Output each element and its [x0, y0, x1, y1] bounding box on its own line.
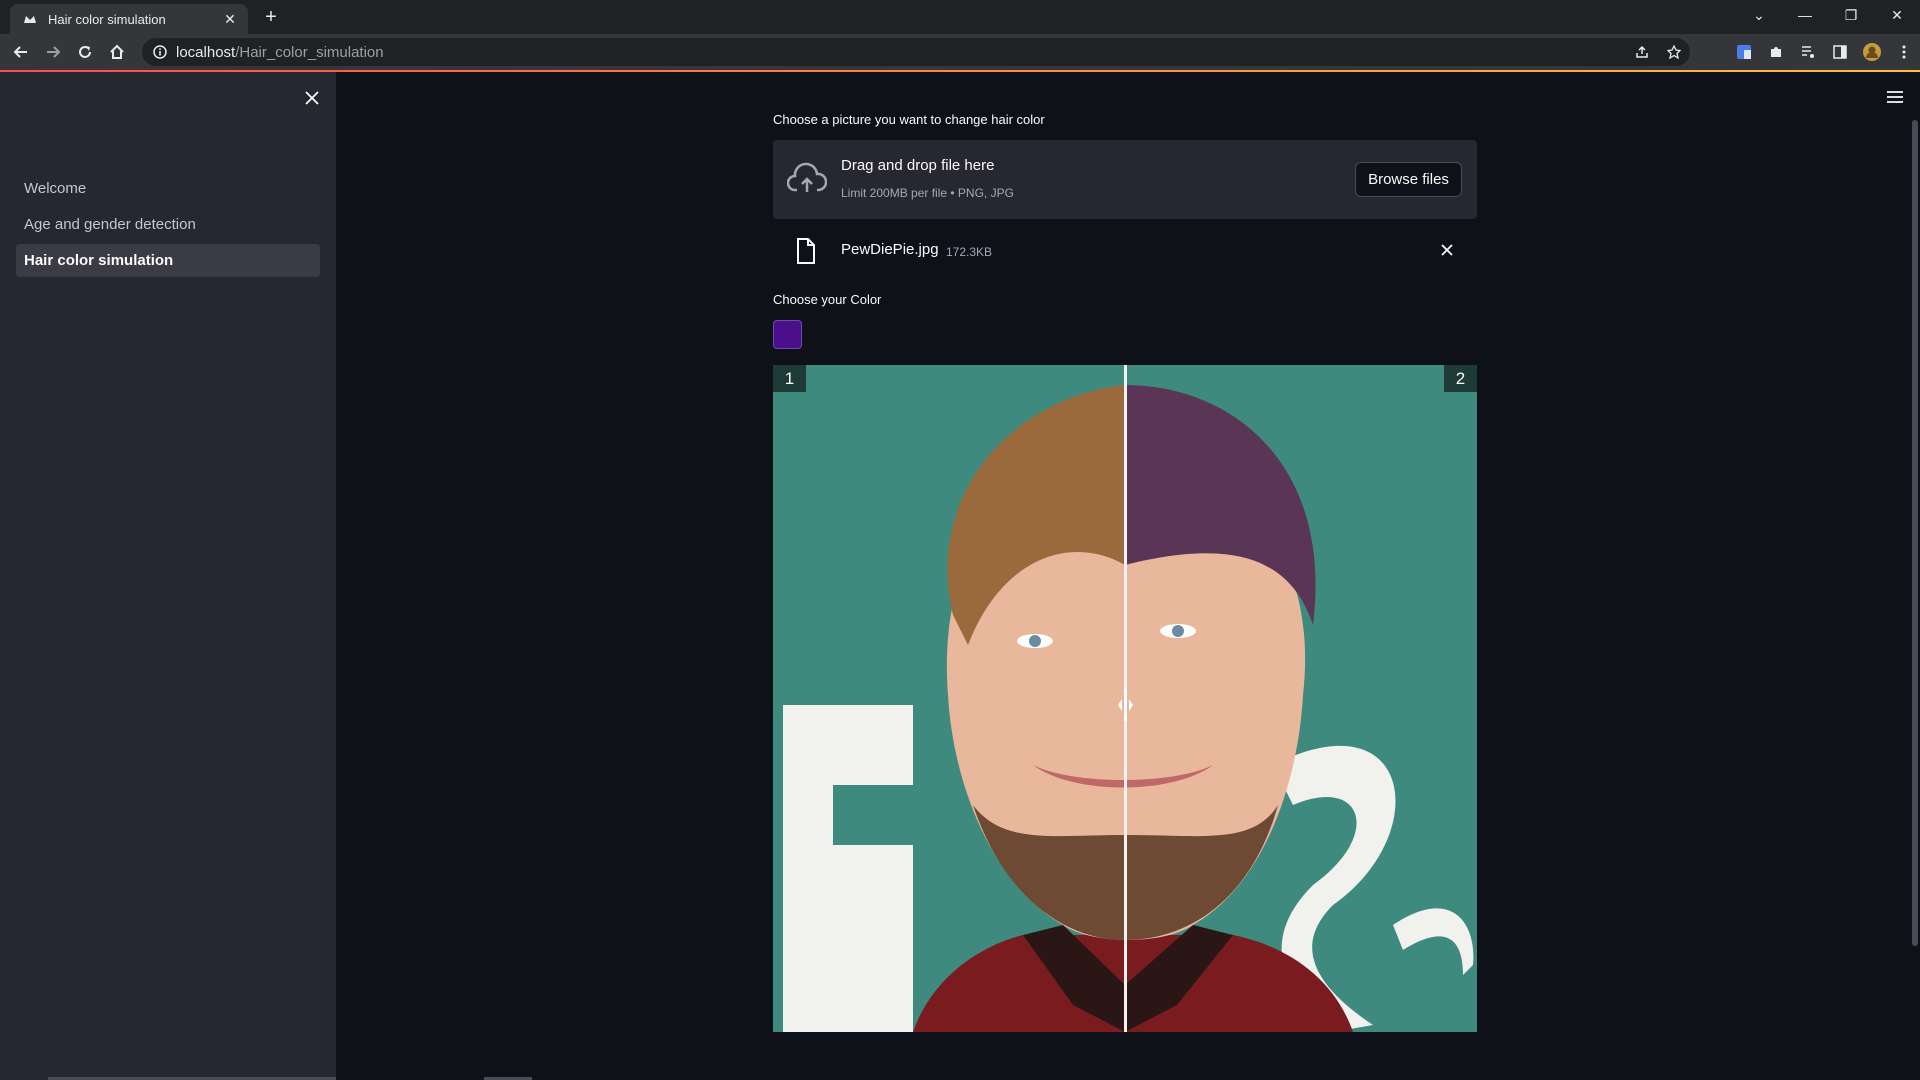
browser-tab[interactable]: Hair color simulation ✕	[10, 4, 248, 34]
cloud-upload-icon	[786, 162, 828, 198]
side-panel-icon[interactable]	[1824, 40, 1856, 64]
before-label: 1	[773, 365, 806, 392]
sidebar-nav: Welcome Age and gender detection Hair co…	[16, 172, 320, 280]
reload-icon[interactable]	[73, 40, 97, 64]
site-info-icon[interactable]	[152, 44, 168, 60]
sidebar-close-icon[interactable]	[302, 88, 322, 108]
after-label: 2	[1444, 365, 1477, 392]
home-icon[interactable]	[105, 40, 129, 64]
puzzle-extension-icon[interactable]	[1760, 40, 1792, 64]
browser-toolbar: localhost/Hair_color_simulation	[0, 34, 1920, 70]
color-picker-swatch[interactable]	[773, 320, 802, 349]
tab-title: Hair color simulation	[48, 11, 166, 27]
tab-close-icon[interactable]: ✕	[222, 11, 238, 27]
page-scrollbar[interactable]	[1912, 120, 1918, 946]
browse-files-button[interactable]: Browse files	[1355, 162, 1462, 197]
file-icon	[795, 238, 817, 264]
drag-arrows-icon	[1118, 689, 1133, 721]
sidebar-item-age-gender[interactable]: Age and gender detection	[16, 208, 320, 241]
comparison-handle[interactable]	[1118, 685, 1133, 725]
dropzone-title: Drag and drop file here	[841, 157, 995, 174]
address-bar[interactable]: localhost/Hair_color_simulation	[142, 38, 1690, 66]
share-icon[interactable]	[1634, 44, 1650, 60]
sidebar: Welcome Age and gender detection Hair co…	[0, 72, 336, 1080]
uploader-label: Choose a picture you want to change hair…	[773, 112, 1045, 127]
uploaded-file-row: PewDiePie.jpg 172.3KB	[773, 232, 1477, 272]
minimize-icon[interactable]: —	[1782, 0, 1828, 30]
new-tab-icon[interactable]: +	[260, 6, 282, 28]
file-size: 172.3KB	[946, 245, 993, 259]
bookmark-star-icon[interactable]	[1666, 44, 1682, 60]
translate-extension-icon[interactable]	[1728, 40, 1760, 64]
tab-search-icon[interactable]: ⌄	[1736, 0, 1782, 30]
sidebar-item-hair-color[interactable]: Hair color simulation	[16, 244, 320, 277]
url-path: /Hair_color_simulation	[235, 43, 384, 61]
color-picker-label: Choose your Color	[773, 292, 882, 307]
file-dropzone[interactable]: Drag and drop file here Limit 200MB per …	[773, 140, 1477, 219]
streamlit-favicon-icon	[22, 11, 38, 27]
back-icon[interactable]	[9, 40, 33, 64]
extensions-area	[1728, 40, 1920, 64]
image-comparison[interactable]: 1 2	[773, 365, 1477, 1032]
remove-file-icon[interactable]	[1437, 240, 1457, 260]
media-control-icon[interactable]	[1792, 40, 1824, 64]
window-controls: ⌄ — ❐ ✕	[1736, 0, 1920, 30]
main-menu-icon[interactable]	[1884, 86, 1906, 108]
file-name: PewDiePie.jpg	[841, 241, 939, 258]
window-close-icon[interactable]: ✕	[1874, 0, 1920, 30]
forward-icon[interactable]	[41, 40, 65, 64]
url-host: localhost	[176, 43, 236, 61]
restore-icon[interactable]: ❐	[1828, 0, 1874, 30]
sidebar-item-welcome[interactable]: Welcome	[16, 172, 320, 205]
browser-menu-icon[interactable]	[1888, 40, 1920, 64]
dropzone-limits: Limit 200MB per file • PNG, JPG	[841, 186, 1014, 200]
browser-tabbar: Hair color simulation ✕ + ⌄ — ❐ ✕	[0, 0, 1920, 34]
profile-avatar[interactable]	[1856, 40, 1888, 64]
